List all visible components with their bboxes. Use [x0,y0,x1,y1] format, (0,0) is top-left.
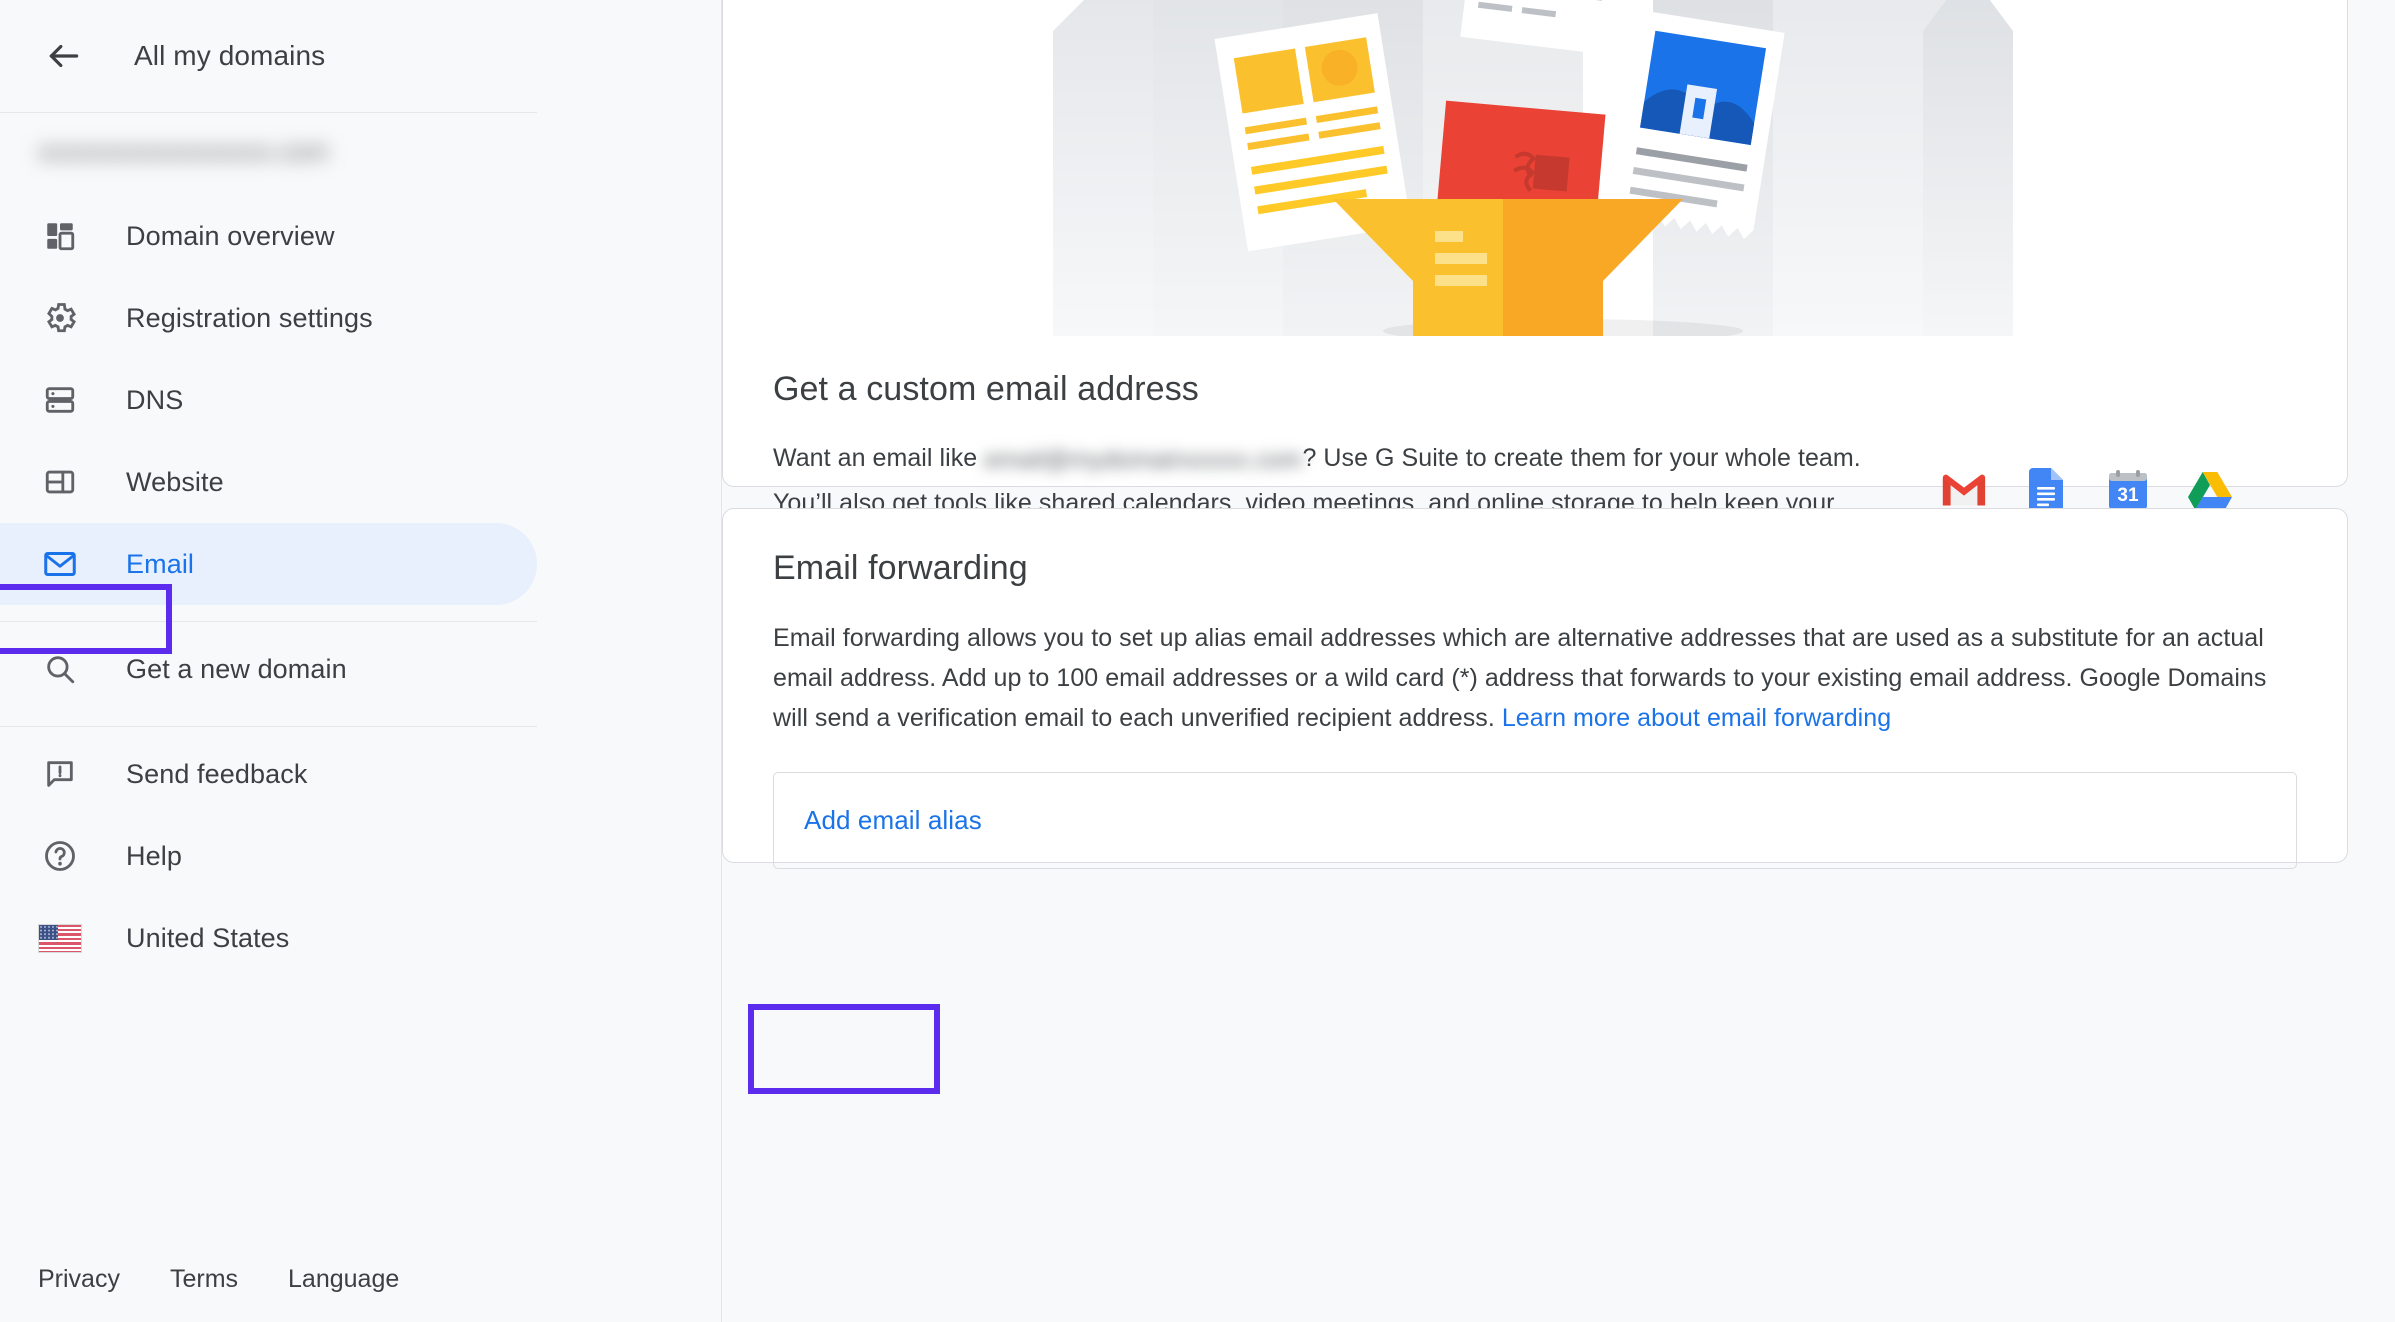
email-forwarding-title: Email forwarding [773,549,1028,587]
website-layout-icon [38,460,82,504]
sidebar-item-domain-overview[interactable]: Domain overview [0,195,537,277]
sidebar-item-send-feedback[interactable]: Send feedback [0,733,537,815]
email-forwarding-card: Email forwarding Email forwarding allows… [722,508,2348,869]
open-box-with-mail-illustration [723,0,2347,336]
sidebar-item-help[interactable]: Help [0,815,537,897]
blurred-domain-example: email@mydomainxxxxx.com [984,446,1303,474]
google-calendar-icon: 31 [2105,467,2151,513]
envelope-icon [38,542,82,586]
us-flag-icon [38,916,82,960]
dns-server-icon [38,378,82,422]
sidebar: All my domains xxxxxxxxxxxxxxxxxx.com Do… [0,0,722,1322]
description-prefix: Want an email like [773,444,985,472]
language-link[interactable]: Language [288,1265,399,1294]
sidebar-item-registration-settings[interactable]: Registration settings [0,277,537,359]
sidebar-item-label: DNS [126,384,184,415]
sidebar-item-label: Get a new domain [126,653,347,684]
sidebar-item-get-a-new-domain[interactable]: Get a new domain [0,628,537,710]
search-icon [38,647,82,691]
highlight-box-add-email-alias [748,1004,940,1094]
email-alias-table: Add email alias [773,772,2297,869]
google-docs-icon [2023,467,2069,513]
sidebar-item-email[interactable]: Email [0,523,537,605]
sidebar-item-label: Help [126,840,182,871]
current-domain-label: xxxxxxxxxxxxxxxxxx.com [38,135,329,166]
google-drive-icon [2187,467,2233,513]
sidebar-item-label: Email [126,548,195,579]
sidebar-item-label: United States [126,922,290,953]
sidebar-item-website[interactable]: Website [0,441,537,523]
sidebar-item-label: Send feedback [126,758,308,789]
help-circle-icon [38,834,82,878]
add-email-alias-button[interactable]: Add email alias [774,805,982,836]
back-arrow-icon[interactable] [38,30,90,82]
sidebar-item-label: Website [126,466,224,497]
feedback-icon [38,752,82,796]
page-title: All my domains [134,40,326,71]
calendar-day-number: 31 [2117,485,2139,506]
get-custom-email-card: Get a custom email address Want an email… [722,0,2348,675]
privacy-link[interactable]: Privacy [38,1265,120,1294]
gsuite-card-title: Get a custom email address [773,370,1199,408]
sidebar-item-label: Domain overview [126,220,335,251]
forwarding-card-body: Email forwarding Email forwarding allows… [723,509,2347,738]
google-app-icons: 31 [1941,467,2233,513]
dashboard-icon [38,214,82,258]
sidebar-utility-nav: Send feedback Help United States [0,727,721,979]
terms-link[interactable]: Terms [170,1265,238,1294]
sidebar-search-nav: Get a new domain [0,622,537,727]
gmail-icon [1941,467,1987,513]
sidebar-item-dns[interactable]: DNS [0,359,537,441]
sidebar-item-united-states[interactable]: United States [0,897,537,979]
learn-more-email-forwarding-link[interactable]: Learn more about email forwarding [1502,704,1891,732]
sidebar-item-label: Registration settings [126,302,373,333]
main-content: Get a custom email address Want an email… [722,0,2395,1322]
sidebar-primary-nav: Domain overview Registration settings DN… [0,189,537,622]
email-forwarding-description: Email forwarding allows you to set up al… [773,618,2297,738]
google-domains-email-page: All my domains xxxxxxxxxxxxxxxxxx.com Do… [0,0,2395,1322]
gear-icon [38,296,82,340]
sidebar-footer-links: Privacy Terms Language [38,1265,399,1294]
sidebar-header: All my domains [0,0,537,113]
